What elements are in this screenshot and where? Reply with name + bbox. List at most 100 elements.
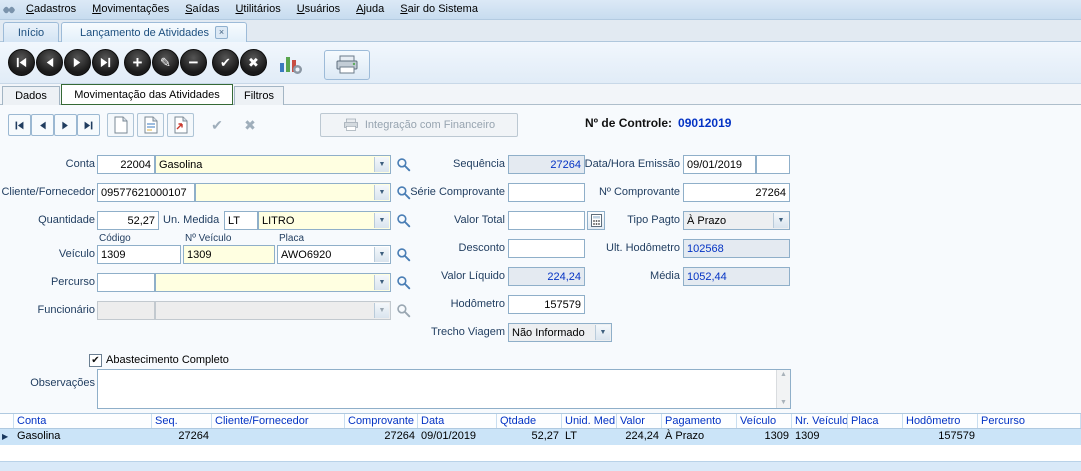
percurso-combo[interactable]: ▼ — [155, 273, 391, 292]
grid-header-placa[interactable]: Placa — [848, 414, 903, 428]
grid-header-unid-med[interactable]: Unid. Med. — [562, 414, 617, 428]
tipo-pagto-combo[interactable]: À Prazo ▼ — [683, 211, 790, 230]
discard-record-button[interactable]: ✖ — [236, 113, 264, 137]
grid-cell-veiculo[interactable]: 1309 — [737, 429, 792, 445]
grid-header-valor[interactable]: Valor — [617, 414, 662, 428]
grid-header-pagamento[interactable]: Pagamento — [662, 414, 737, 428]
conta-combo[interactable]: Gasolina ▼ — [155, 155, 391, 174]
grid-header-data[interactable]: Data — [418, 414, 497, 428]
nav-last-button[interactable] — [77, 114, 100, 136]
grid-cell-pagamento[interactable]: À Prazo — [662, 429, 737, 445]
delete-record-button[interactable]: − — [180, 49, 207, 76]
grid-cell-hodometro[interactable]: 157579 — [903, 429, 978, 445]
scroll-up-icon[interactable]: ▲ — [780, 370, 787, 380]
veiculo-codigo-field[interactable]: 1309 — [97, 245, 181, 264]
find-document-button[interactable] — [167, 113, 194, 137]
grid-header-seq[interactable]: Seq. — [152, 414, 212, 428]
observacoes-textarea[interactable]: ▲ ▼ — [97, 369, 791, 409]
hodometro-label: Hodômetro — [450, 298, 505, 310]
print-button[interactable] — [324, 50, 370, 80]
grid-cell-seq[interactable]: 27264 — [152, 429, 212, 445]
valor-liquido-label: Valor Líquido — [440, 270, 505, 282]
media-label: Média — [650, 270, 680, 282]
nr-comprovante-field[interactable]: 27264 — [683, 183, 790, 202]
grid-cell-conta[interactable]: Gasolina — [14, 429, 152, 445]
tab-filtros[interactable]: Filtros — [234, 86, 284, 105]
scroll-down-icon[interactable]: ▼ — [780, 398, 787, 408]
menu-utilitarios[interactable]: Utilitários — [227, 0, 288, 19]
grid-cell-nr-veiculo[interactable]: 1309 — [792, 429, 848, 445]
menu-movimentacoes[interactable]: Movimentações — [84, 0, 177, 19]
application-window: Cadastros Movimentações Saídas Utilitári… — [0, 0, 1081, 471]
edit-record-button[interactable]: ✎ — [152, 49, 179, 76]
veiculo-nr-field[interactable]: 1309 — [183, 245, 275, 264]
control-number: Nº de Controle: 09012019 — [585, 116, 731, 130]
chevron-down-icon[interactable]: ▼ — [595, 325, 610, 340]
tab-movimentacao-das-atividades[interactable]: Movimentação das Atividades — [61, 84, 233, 105]
percurso-code-field[interactable] — [97, 273, 155, 292]
cliente-fornecedor-combo[interactable]: ▼ — [195, 183, 391, 202]
next-record-button[interactable] — [64, 49, 91, 76]
chevron-down-icon[interactable]: ▼ — [374, 157, 389, 172]
grid-header-percurso[interactable]: Percurso — [978, 414, 1081, 428]
tab-lancamento-de-atividades[interactable]: Lançamento de Atividades × — [61, 22, 247, 42]
menu-cadastros[interactable]: Cadastros — [18, 0, 84, 19]
new-document-button[interactable] — [107, 113, 134, 137]
tab-inicio[interactable]: Início — [3, 22, 59, 42]
quantidade-field[interactable]: 52,27 — [97, 211, 159, 230]
next-icon — [73, 57, 81, 68]
chevron-down-icon[interactable]: ▼ — [773, 213, 788, 228]
cancel-button[interactable]: ✖ — [240, 49, 267, 76]
grid-header-conta[interactable]: Conta — [14, 414, 152, 428]
chevron-down-icon[interactable]: ▼ — [374, 213, 389, 228]
grid-cell-valor[interactable]: 224,24 — [617, 429, 662, 445]
close-tab-icon[interactable]: × — [215, 26, 229, 39]
grid-header-nr-veiculo[interactable]: Nr. Veículo — [792, 414, 848, 428]
grid-cell-qtdade[interactable]: 52,27 — [497, 429, 562, 445]
grid-header-qtdade[interactable]: Qtdade — [497, 414, 562, 428]
integracao-financeiro-button[interactable]: Integração com Financeiro — [320, 113, 518, 137]
menu-ajuda[interactable]: Ajuda — [348, 0, 392, 19]
nav-next-button[interactable] — [54, 114, 77, 136]
add-record-button[interactable]: + — [124, 49, 151, 76]
grid-cell-placa[interactable] — [848, 429, 903, 445]
save-record-button[interactable]: ✔ — [203, 113, 231, 137]
un-medida-code-field[interactable]: LT — [224, 211, 258, 230]
hodometro-field[interactable]: 157579 — [508, 295, 585, 314]
menu-usuarios[interactable]: Usuários — [289, 0, 348, 19]
tab-dados[interactable]: Dados — [2, 86, 60, 105]
grid-header-cliente-fornecedor[interactable]: Cliente/Fornecedor — [212, 414, 345, 428]
conta-code-field[interactable]: 22004 — [97, 155, 155, 174]
chart-button[interactable] — [278, 51, 304, 77]
first-record-button[interactable] — [8, 49, 35, 76]
grid-selected-row[interactable]: ▶ Gasolina 27264 27264 09/01/2019 52,27 … — [0, 429, 1081, 445]
chevron-down-icon[interactable]: ▼ — [374, 275, 389, 290]
abastecimento-completo-checkbox[interactable]: ✔ — [89, 354, 102, 367]
un-medida-combo[interactable]: LITRO ▼ — [258, 211, 391, 230]
grid-cell-comprovante[interactable]: 27264 — [345, 429, 418, 445]
veiculo-col-nr-label: Nº Veículo — [185, 233, 232, 244]
data-emissao-field[interactable]: 09/01/2019 — [683, 155, 756, 174]
grid-header-hodometro[interactable]: Hodômetro — [903, 414, 978, 428]
grid-cell-cliente-fornecedor[interactable] — [212, 429, 345, 445]
previous-record-button[interactable] — [36, 49, 63, 76]
observacoes-scrollbar[interactable]: ▲ ▼ — [776, 370, 790, 408]
grid-cell-data[interactable]: 09/01/2019 — [418, 429, 497, 445]
cliente-fornecedor-code-field[interactable]: 09577621000107 — [97, 183, 195, 202]
trecho-viagem-combo[interactable]: Não Informado ▼ — [508, 323, 612, 342]
veiculo-placa-combo[interactable]: AWO6920 ▼ — [277, 245, 391, 264]
hora-emissao-field[interactable] — [756, 155, 790, 174]
grid-cell-unid-med[interactable]: LT — [562, 429, 617, 445]
last-record-button[interactable] — [92, 49, 119, 76]
chevron-down-icon[interactable]: ▼ — [374, 185, 389, 200]
grid-cell-percurso[interactable] — [978, 429, 1081, 445]
grid-header-comprovante[interactable]: Comprovante — [345, 414, 418, 428]
nav-previous-button[interactable] — [31, 114, 54, 136]
menu-sair-do-sistema[interactable]: Sair do Sistema — [392, 0, 486, 19]
edit-document-button[interactable] — [137, 113, 164, 137]
grid-header-veiculo[interactable]: Veículo — [737, 414, 792, 428]
nav-first-button[interactable] — [8, 114, 31, 136]
confirm-button[interactable]: ✔ — [212, 49, 239, 76]
chevron-down-icon[interactable]: ▼ — [374, 247, 389, 262]
menu-saidas[interactable]: Saídas — [177, 0, 227, 19]
